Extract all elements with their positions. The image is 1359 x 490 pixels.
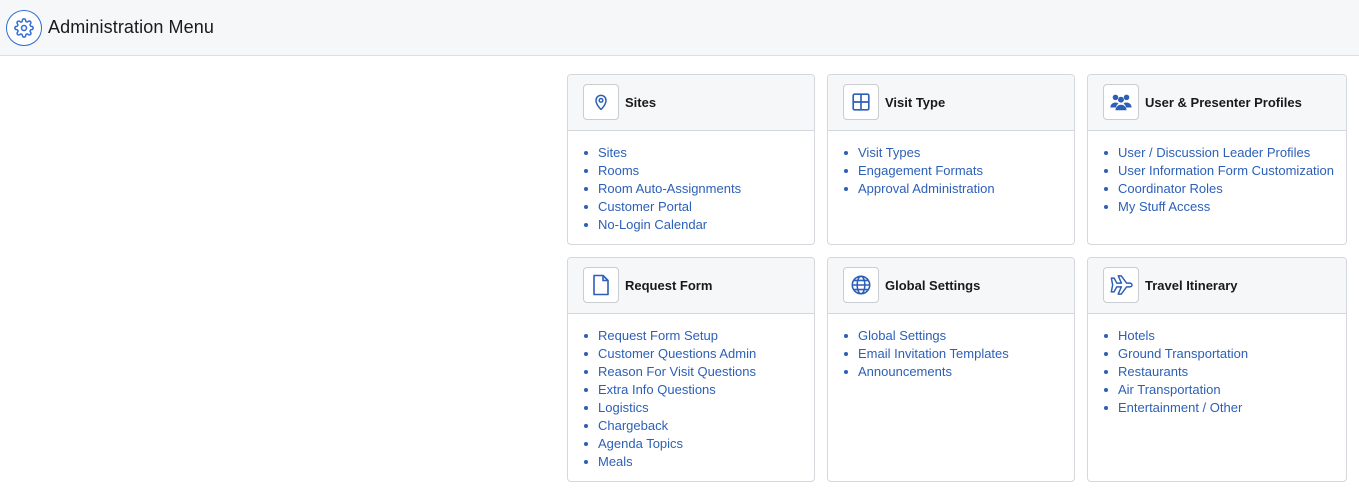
card-request-form: Request Form Request Form Setup Customer… xyxy=(567,257,815,482)
link-customer-questions-admin[interactable]: Customer Questions Admin xyxy=(583,345,814,363)
link-hotels[interactable]: Hotels xyxy=(1103,327,1346,345)
airplane-icon xyxy=(1103,267,1139,303)
card-header: Request Form xyxy=(568,258,814,314)
card-header: User & Presenter Profiles xyxy=(1088,75,1346,131)
card-sites: Sites Sites Rooms Room Auto-Assignments … xyxy=(567,74,815,245)
link-sites[interactable]: Sites xyxy=(583,144,814,162)
link-list: Visit Types Engagement Formats Approval … xyxy=(828,131,1074,198)
link-approval-administration[interactable]: Approval Administration xyxy=(843,180,1074,198)
page-title: Administration Menu xyxy=(48,17,214,37)
link-meals[interactable]: Meals xyxy=(583,453,814,471)
card-user-presenter-profiles: User & Presenter Profiles User / Discuss… xyxy=(1087,74,1347,245)
link-room-auto-assignments[interactable]: Room Auto-Assignments xyxy=(583,180,814,198)
link-global-settings[interactable]: Global Settings xyxy=(843,327,1074,345)
link-email-invitation-templates[interactable]: Email Invitation Templates xyxy=(843,345,1074,363)
link-agenda-topics[interactable]: Agenda Topics xyxy=(583,435,814,453)
link-list: Sites Rooms Room Auto-Assignments Custom… xyxy=(568,131,814,234)
card-title: Visit Type xyxy=(885,95,946,110)
grid-icon xyxy=(843,84,879,120)
link-reason-for-visit-questions[interactable]: Reason For Visit Questions xyxy=(583,363,814,381)
card-title: Global Settings xyxy=(885,278,981,293)
link-no-login-calendar[interactable]: No-Login Calendar xyxy=(583,216,814,234)
page-header: Administration Menu xyxy=(0,0,1359,56)
link-customer-portal[interactable]: Customer Portal xyxy=(583,198,814,216)
card-travel-itinerary: Travel Itinerary Hotels Ground Transport… xyxy=(1087,257,1347,482)
link-request-form-setup[interactable]: Request Form Setup xyxy=(583,327,814,345)
link-list: User / Discussion Leader Profiles User I… xyxy=(1088,131,1346,216)
card-title: Travel Itinerary xyxy=(1145,278,1238,293)
link-list: Request Form Setup Customer Questions Ad… xyxy=(568,314,814,471)
card-title: User & Presenter Profiles xyxy=(1145,95,1302,110)
card-visit-type: Visit Type Visit Types Engagement Format… xyxy=(827,74,1075,245)
card-header: Global Settings xyxy=(828,258,1074,314)
link-announcements[interactable]: Announcements xyxy=(843,363,1074,381)
link-rooms[interactable]: Rooms xyxy=(583,162,814,180)
link-list: Global Settings Email Invitation Templat… xyxy=(828,314,1074,381)
link-list: Hotels Ground Transportation Restaurants… xyxy=(1088,314,1346,417)
users-icon xyxy=(1103,84,1139,120)
card-header: Sites xyxy=(568,75,814,131)
globe-icon xyxy=(843,267,879,303)
link-ground-transportation[interactable]: Ground Transportation xyxy=(1103,345,1346,363)
link-visit-types[interactable]: Visit Types xyxy=(843,144,1074,162)
link-engagement-formats[interactable]: Engagement Formats xyxy=(843,162,1074,180)
card-title: Sites xyxy=(625,95,657,110)
link-chargeback[interactable]: Chargeback xyxy=(583,417,814,435)
card-global-settings: Global Settings Global Settings Email In… xyxy=(827,257,1075,482)
link-extra-info-questions[interactable]: Extra Info Questions xyxy=(583,381,814,399)
link-coordinator-roles[interactable]: Coordinator Roles xyxy=(1103,180,1346,198)
document-icon xyxy=(583,267,619,303)
link-user-information-form-customization[interactable]: User Information Form Customization xyxy=(1103,162,1346,180)
link-logistics[interactable]: Logistics xyxy=(583,399,814,417)
link-air-transportation[interactable]: Air Transportation xyxy=(1103,381,1346,399)
link-my-stuff-access[interactable]: My Stuff Access xyxy=(1103,198,1346,216)
card-title: Request Form xyxy=(625,278,713,293)
map-pin-icon xyxy=(583,84,619,120)
link-restaurants[interactable]: Restaurants xyxy=(1103,363,1346,381)
card-header: Visit Type xyxy=(828,75,1074,131)
link-entertainment-other[interactable]: Entertainment / Other xyxy=(1103,399,1346,417)
gear-icon[interactable] xyxy=(6,10,42,46)
link-user-discussion-leader-profiles[interactable]: User / Discussion Leader Profiles xyxy=(1103,144,1346,162)
card-header: Travel Itinerary xyxy=(1088,258,1346,314)
